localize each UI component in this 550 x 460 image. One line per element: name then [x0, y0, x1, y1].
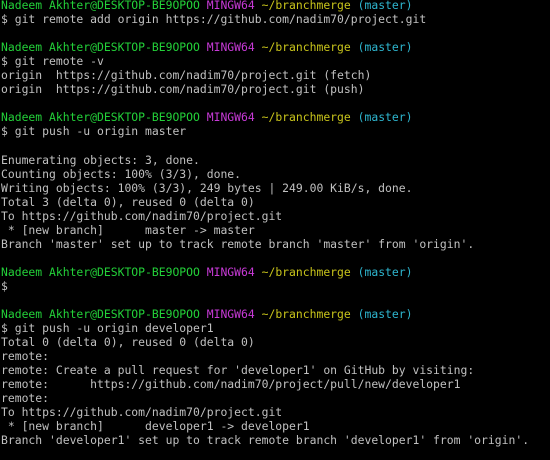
prompt-path: ~/branchmerge [261, 264, 351, 279]
command-line: $ git remote -v [1, 54, 529, 68]
prompt-branch: (master) [357, 0, 413, 12]
prompt-shell: MINGW64 [206, 110, 255, 125]
prompt-branch: (master) [357, 110, 413, 125]
prompt-branch: (master) [357, 264, 413, 279]
prompt-path: ~/branchmerge [261, 40, 351, 55]
output-text: To https://github.com/nadim70/project.gi… [1, 405, 283, 420]
prompt-line: Nadeem Akhter@DESKTOP-BE9OPOO MINGW64 ~/… [1, 265, 529, 279]
prompt-path: ~/branchmerge [261, 307, 351, 322]
prompt-branch: (master) [357, 40, 413, 55]
terminal-window[interactable]: Nadeem Akhter@DESKTOP-BE9OPOO MINGW64 ~/… [0, 0, 550, 460]
prompt-line: Nadeem Akhter@DESKTOP-BE9OPOO MINGW64 ~/… [1, 110, 529, 124]
output-text: Total 3 (delta 0), reused 0 (delta 0) [1, 194, 255, 209]
prompt-shell: MINGW64 [206, 307, 255, 322]
output-text: Enumerating objects: 3, done. [1, 152, 200, 167]
prompt-line: Nadeem Akhter@DESKTOP-BE9OPOO MINGW64 ~/… [1, 307, 529, 321]
command-line: $ [1, 279, 529, 293]
output-line: origin https://github.com/nadim70/projec… [1, 68, 529, 82]
command-line: $ git push -u origin master [1, 124, 529, 138]
output-line: Branch 'developer1' set up to track remo… [1, 433, 529, 447]
prompt-user-host: Nadeem Akhter@DESKTOP-BE9OPOO [1, 0, 200, 12]
output-line: * [new branch] developer1 -> developer1 [1, 419, 529, 433]
output-line: Counting objects: 100% (3/3), done. [1, 167, 529, 181]
prompt-user-host: Nadeem Akhter@DESKTOP-BE9OPOO [1, 307, 200, 322]
prompt-shell: MINGW64 [206, 0, 255, 12]
command-line: $ git push -u origin developer1 [1, 321, 529, 335]
output-line: remote: [1, 349, 529, 363]
output-line: Enumerating objects: 3, done. [1, 153, 529, 167]
prompt-user-host: Nadeem Akhter@DESKTOP-BE9OPOO [1, 264, 200, 279]
prompt-shell: MINGW64 [206, 264, 255, 279]
output-text: Branch 'developer1' set up to track remo… [1, 433, 530, 448]
output-text: remote: [1, 391, 50, 406]
output-text: Total 0 (delta 0), reused 0 (delta 0) [1, 335, 255, 350]
output-line: remote: https://github.com/nadim70/proje… [1, 377, 529, 391]
command-text: $ [1, 278, 8, 293]
output-line: origin https://github.com/nadim70/projec… [1, 82, 529, 96]
prompt-branch: (master) [357, 307, 413, 322]
command-line: $ git remote add origin https://github.c… [1, 12, 529, 26]
output-text: * [new branch] developer1 -> developer1 [1, 419, 310, 434]
output-text: Branch 'master' set up to track remote b… [1, 236, 475, 251]
output-text: origin https://github.com/nadim70/projec… [1, 82, 365, 97]
prompt-line: Nadeem Akhter@DESKTOP-BE9OPOO MINGW64 ~/… [1, 40, 529, 54]
prompt-line: Nadeem Akhter@DESKTOP-BE9OPOO MINGW64 ~/… [1, 0, 529, 12]
output-text: remote: https://github.com/nadim70/proje… [1, 377, 461, 392]
output-text: remote: [1, 349, 50, 364]
output-text: * [new branch] master -> master [1, 222, 255, 237]
output-text: remote: Create a pull request for 'devel… [1, 363, 475, 378]
output-line: remote: [1, 391, 529, 405]
output-text: origin https://github.com/nadim70/projec… [1, 68, 372, 83]
output-line: Total 3 (delta 0), reused 0 (delta 0) [1, 195, 529, 209]
output-line: To https://github.com/nadim70/project.gi… [1, 405, 529, 419]
output-line: * [new branch] master -> master [1, 223, 529, 237]
output-text: To https://github.com/nadim70/project.gi… [1, 208, 283, 223]
command-text: $ git push -u origin master [1, 124, 187, 139]
prompt-user-host: Nadeem Akhter@DESKTOP-BE9OPOO [1, 110, 200, 125]
command-text: $ git remote add origin https://github.c… [1, 12, 427, 27]
terminal-output: Nadeem Akhter@DESKTOP-BE9OPOO MINGW64 ~/… [1, 0, 529, 448]
prompt-path: ~/branchmerge [261, 0, 351, 12]
output-line: Branch 'master' set up to track remote b… [1, 237, 529, 251]
output-line: To https://github.com/nadim70/project.gi… [1, 209, 529, 223]
prompt-path: ~/branchmerge [261, 110, 351, 125]
output-line: Total 0 (delta 0), reused 0 (delta 0) [1, 335, 529, 349]
command-text: $ git push -u origin developer1 [1, 321, 214, 336]
output-text: Counting objects: 100% (3/3), done. [1, 166, 242, 181]
output-line: remote: Create a pull request for 'devel… [1, 363, 529, 377]
output-line: Writing objects: 100% (3/3), 249 bytes |… [1, 181, 529, 195]
prompt-shell: MINGW64 [206, 40, 255, 55]
prompt-user-host: Nadeem Akhter@DESKTOP-BE9OPOO [1, 40, 200, 55]
command-text: $ git remote -v [1, 54, 104, 69]
output-text: Writing objects: 100% (3/3), 249 bytes |… [1, 180, 413, 195]
